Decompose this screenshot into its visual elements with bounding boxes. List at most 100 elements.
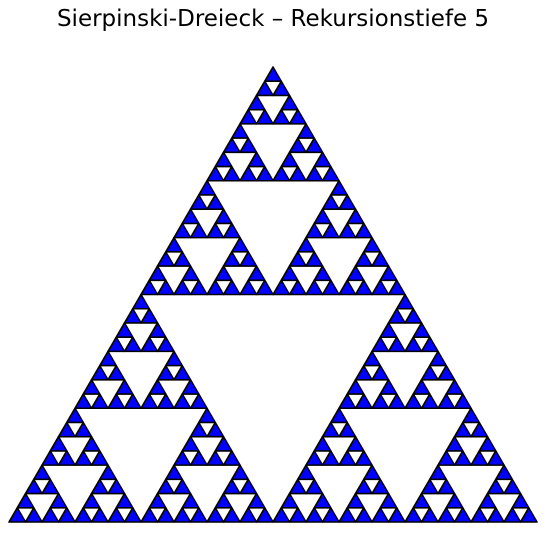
sierpinski-cell-65: [148, 379, 167, 395]
sierpinski-cell-154: [387, 336, 406, 353]
sierpinski-cell-27: [140, 506, 159, 523]
sierpinski-cell-224: [230, 123, 250, 139]
sierpinski-cell-10: [90, 506, 109, 523]
sierpinski-cell-59: [115, 379, 134, 395]
sierpinski-cell-53: [197, 407, 217, 424]
sierpinski-cell-165: [173, 279, 192, 296]
sierpinski-cell-239: [280, 94, 299, 111]
sierpinski-cell-199: [354, 279, 373, 296]
sierpinski-cell-18: [41, 450, 60, 466]
sierpinski-cell-19: [57, 450, 76, 466]
sierpinski-cell-105: [321, 421, 340, 438]
sierpinski-cell-91: [354, 506, 373, 523]
sierpinski-cell-7: [41, 478, 60, 495]
sierpinski-cell-212: [346, 208, 365, 225]
sierpinski-cell-14: [115, 492, 134, 509]
sierpinski-cell-9: [74, 506, 93, 523]
sierpinski-cell-155: [379, 322, 398, 338]
sierpinski-cell-72: [107, 336, 126, 353]
sierpinski-cell-138: [371, 393, 390, 410]
sierpinski-cell-47: [181, 435, 200, 452]
sierpinski-cell-147: [437, 393, 456, 410]
sierpinski-cell-117: [470, 506, 489, 523]
sierpinski-cell-106: [338, 421, 357, 438]
sierpinski-cell-227: [280, 151, 299, 168]
sierpinski-cell-2: [16, 492, 35, 509]
sierpinski-cell-42: [222, 478, 241, 495]
sierpinski-cell-206: [362, 236, 382, 253]
sierpinski-cell-198: [338, 279, 357, 296]
sierpinski-cell-166: [189, 279, 208, 296]
sierpinski-cell-25: [74, 421, 93, 438]
sierpinski-cell-128: [445, 435, 464, 452]
sierpinski-cell-219: [239, 165, 258, 182]
sierpinski-cell-83: [280, 492, 299, 509]
sierpinski-cell-109: [420, 506, 439, 523]
sierpinski-cell-77: [148, 322, 167, 338]
sierpinski-cell-208: [321, 222, 340, 239]
sierpinski-cell-149: [445, 379, 464, 395]
sierpinski-cell-163: [156, 279, 175, 296]
figure: Sierpinski-Dreieck – Rekursionstiefe 5: [0, 0, 546, 535]
sierpinski-cell-13: [123, 506, 142, 523]
sierpinski-cell-8: [32, 464, 52, 481]
sierpinski-cell-150: [420, 364, 439, 381]
sierpinski-cell-170: [164, 236, 184, 253]
sierpinski-cell-229: [321, 165, 340, 182]
sierpinski-cell-70: [173, 364, 192, 381]
sierpinski-cell-16: [107, 478, 126, 495]
sierpinski-cell-233: [296, 123, 316, 139]
sierpinski-cell-136: [354, 393, 373, 410]
sierpinski-cell-103: [354, 450, 373, 466]
sierpinski-cell-158: [412, 322, 431, 338]
sierpinski-cell-33: [156, 478, 175, 495]
sierpinski-cell-144: [404, 393, 423, 410]
sierpinski-cell-207: [305, 222, 324, 239]
sierpinski-cell-87: [288, 478, 307, 495]
sierpinski-cell-222: [222, 137, 241, 154]
sierpinski-cell-214: [338, 194, 357, 210]
sierpinski-cell-241: [272, 80, 291, 97]
sierpinski-cell-184: [222, 222, 241, 239]
sierpinski-cell-15: [90, 478, 109, 495]
sierpinski-cell-40: [255, 506, 274, 523]
sierpinski-cell-200: [346, 265, 365, 282]
sierpinski-cell-141: [354, 364, 373, 381]
sierpinski-cell-99: [305, 450, 324, 466]
sierpinski-cell-6: [24, 478, 43, 495]
sierpinski-cell-181: [189, 222, 208, 239]
sierpinski-cell-88: [305, 478, 324, 495]
sierpinski-cell-63: [140, 393, 159, 410]
sierpinski-cell-168: [156, 251, 175, 267]
sierpinski-cell-89: [296, 464, 316, 481]
sierpinski-cell-23: [82, 435, 101, 452]
sierpinski-cell-167: [181, 265, 200, 282]
sierpinski-cell-190: [288, 279, 307, 296]
sierpinski-cell-223: [239, 137, 258, 154]
sierpinski-cell-175: [255, 279, 274, 296]
sierpinski-cell-30: [173, 506, 192, 523]
sierpinski-cell-118: [486, 506, 505, 523]
sierpinski-cell-62: [98, 350, 118, 367]
sierpinski-cell-240: [255, 80, 274, 97]
sierpinski-cell-24: [57, 421, 76, 438]
sierpinski-cell-60: [90, 364, 109, 381]
sierpinski-cell-216: [206, 165, 225, 182]
sierpinski-cell-142: [371, 364, 390, 381]
sierpinski-cell-139: [387, 393, 406, 410]
sierpinski-cell-82: [288, 506, 307, 523]
sierpinski-cell-104: [346, 435, 365, 452]
sierpinski-cell-56: [82, 379, 101, 395]
sierpinski-cell-228: [305, 165, 324, 182]
sierpinski-cell-135: [338, 393, 357, 410]
sierpinski-cell-153: [371, 336, 390, 353]
sierpinski-cell-205: [371, 251, 390, 267]
sierpinski-cell-202: [387, 279, 406, 296]
sierpinski-cell-180: [173, 222, 192, 239]
sierpinski-cell-67: [189, 393, 208, 410]
sierpinski-cell-238: [288, 108, 307, 125]
sierpinski-cell-92: [346, 492, 365, 509]
sierpinski-cell-22: [90, 450, 109, 466]
sierpinski-cell-148: [453, 393, 472, 410]
sierpinski-cell-176: [247, 265, 266, 282]
